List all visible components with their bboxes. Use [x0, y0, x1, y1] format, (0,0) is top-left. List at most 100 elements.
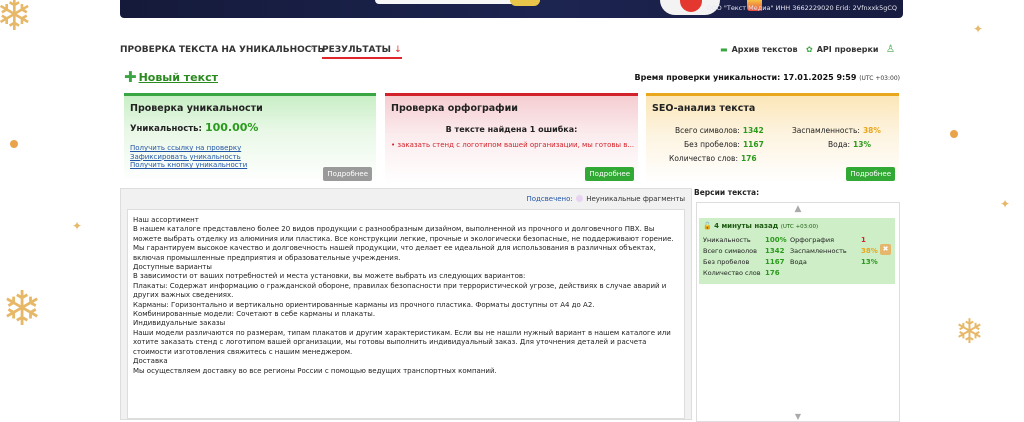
get-button-link[interactable]: Получить кнопку уникальности [130, 161, 247, 170]
uniqueness-label: Уникальность: [130, 124, 202, 134]
uniqueness-score: Уникальность: 100.00% [130, 121, 258, 134]
text-line: Наш ассортимент [133, 216, 199, 224]
version-time: 🔓 4 минуты назад (UTC +03:00) [703, 222, 818, 230]
version-time-label: 4 минуты назад [714, 222, 779, 230]
breadcrumb-check[interactable]: ПРОВЕРКА ТЕКСТА НА УНИКАЛЬНОСТЬ [120, 45, 324, 55]
seo-words-label: Количество слов: [669, 154, 738, 163]
breadcrumb-separator: › [310, 44, 314, 54]
seo-water: Вода: 13% [828, 140, 871, 149]
spelling-card: Проверка орфографии В тексте найдена 1 о… [385, 93, 638, 183]
seo-chars-value: 1342 [742, 126, 764, 135]
version-spell-label: Орфография [790, 236, 834, 244]
seo-water-label: Вода: [828, 140, 851, 149]
get-check-link[interactable]: Получить ссылку на проверку [130, 144, 247, 153]
spelling-more-button[interactable]: Подробнее [585, 167, 634, 181]
archive-label: Архив текстов [731, 45, 798, 54]
uniqueness-more-button[interactable]: Подробнее [323, 167, 372, 181]
archive-icon: ▬ [720, 45, 728, 54]
text-line: Комбинированные модели: Сочетают в себе … [133, 310, 376, 319]
seo-title: SEO-анализ текста [652, 103, 756, 114]
archive-link[interactable]: ▬ Архив текстов [720, 45, 798, 54]
seo-nospace-label: Без пробелов: [684, 140, 740, 149]
versions-list: ▲ 🔓 4 минуты назад (UTC +03:00) Уникальн… [696, 202, 900, 422]
new-text-label: Новый текст [138, 71, 218, 84]
nonunique-swatch [576, 195, 583, 202]
spelling-found: В тексте найдена 1 ошибка: [445, 125, 578, 134]
api-link[interactable]: ✿ API проверки [806, 45, 879, 54]
decoration-dot [950, 130, 958, 138]
api-label: API проверки [816, 45, 879, 54]
seo-words: Количество слов: 176 [669, 154, 757, 163]
version-nospace-label: Без пробелов [703, 258, 750, 266]
close-icon[interactable]: ✖ [880, 244, 891, 255]
text-line: Мы осуществляем доставку во все регионы … [133, 366, 497, 375]
snowflake-icon: ✦ [1000, 197, 1011, 211]
text-line: Доступные варианты [133, 263, 212, 272]
uniqueness-card: Проверка уникальности Уникальность: 100.0… [124, 93, 376, 183]
version-item[interactable]: 🔓 4 минуты назад (UTC +03:00) Уникальнос… [699, 218, 895, 284]
legend-label: Подсвечено: [526, 195, 573, 203]
plus-icon: ✚ [124, 68, 137, 86]
text-line: Наши модели различаются по размерам, тип… [133, 328, 671, 356]
seo-water-value: 13% [853, 140, 871, 149]
text-result-panel: Подсвечено: Неуникальные фрагменты Наш а… [120, 188, 692, 420]
banner-company-info: ООО "Текст Медиа" ИНН 3662229020 Erid: 2… [706, 4, 897, 12]
version-tz: (UTC +03:00) [780, 224, 819, 230]
text-line: Индивидуальные заказы [133, 319, 226, 328]
version-uniq-value: 100% [765, 236, 787, 244]
decoration-dot [10, 140, 18, 148]
uniqueness-value: 100.00% [204, 121, 259, 134]
seo-chars-label: Всего символов: [675, 126, 740, 135]
check-time-value: 17.01.2025 9:59 [783, 73, 857, 82]
seo-spam: Заспамленность: 38% [792, 126, 881, 135]
breadcrumb: ПРОВЕРКА ТЕКСТА НА УНИКАЛЬНОСТЬ › РЕЗУЛЬ… [120, 44, 903, 60]
text-line: В нашем каталоге представлено более 20 в… [133, 225, 674, 262]
version-spell-value: 1 [861, 236, 866, 244]
highlight-legend: Подсвечено: Неуникальные фрагменты [526, 195, 685, 203]
checked-text[interactable]: Наш ассортимент В нашем каталоге предста… [127, 209, 685, 419]
spelling-title: Проверка орфографии [391, 103, 518, 114]
versions-panel: Версии текста: ▲ 🔓 4 минуты назад (UTC +… [694, 188, 904, 422]
ad-banner[interactable]: ООО "Текст Медиа" ИНН 3662229020 Erid: 2… [120, 0, 903, 18]
version-nospace-value: 1167 [765, 258, 785, 266]
snowflake-icon: ❄ [2, 281, 43, 337]
versions-title: Версии текста: [694, 188, 760, 197]
version-spam-label: Заспамленность [790, 247, 847, 255]
arrow-down-icon: ↓ [394, 45, 402, 55]
chevron-up-icon[interactable]: ▲ [697, 203, 899, 216]
legend-nonunique: Неуникальные фрагменты [586, 195, 685, 203]
text-line: Доставка [133, 357, 168, 366]
seo-spam-label: Заспамленность: [792, 126, 860, 135]
version-uniq-label: Уникальность [703, 236, 751, 244]
user-icon[interactable]: ♙ [886, 44, 895, 55]
version-spam-value: 38% [861, 247, 878, 255]
new-text-button[interactable]: ✚ Новый текст [124, 68, 218, 86]
fix-uniqueness-link[interactable]: Зафиксировать уникальность [130, 153, 247, 162]
text-line: Карманы: Горизонтально и вертикально ори… [133, 300, 595, 309]
seo-nospace: Без пробелов: 1167 [684, 140, 764, 149]
seo-chars: Всего символов: 1342 [675, 126, 764, 135]
uniqueness-title: Проверка уникальности [130, 103, 263, 114]
unlock-icon: 🔓 [703, 222, 712, 230]
banner-shape [510, 0, 540, 6]
version-chars-label: Всего символов [703, 247, 757, 255]
seo-spam-value: 38% [862, 126, 881, 135]
text-line: В зависимости от ваших потребностей и ме… [133, 272, 526, 281]
breadcrumb-results[interactable]: РЕЗУЛЬТАТЫ ↓ [322, 45, 402, 59]
check-time-tz: (UTC +03:00) [859, 75, 900, 82]
seo-more-button[interactable]: Подробнее [846, 167, 895, 181]
snowflake-icon: ❄ [0, 0, 33, 41]
seo-card: SEO-анализ текста Всего символов: 1342 Бе… [646, 93, 899, 183]
spelling-error[interactable]: • заказать стенд с логотипом вашей орган… [391, 141, 634, 149]
text-line: Плакаты: Содержат информацию о гражданск… [133, 281, 667, 300]
version-water-value: 13% [861, 258, 878, 266]
version-words-label: Количество слов [703, 269, 761, 277]
breadcrumb-results-label: РЕЗУЛЬТАТЫ [322, 45, 391, 55]
uniqueness-links: Получить ссылку на проверку Зафиксироват… [130, 144, 247, 170]
seo-nospace-value: 1167 [742, 140, 764, 149]
snowflake-icon: ❄ [955, 312, 984, 352]
gear-icon: ✿ [806, 45, 813, 54]
check-time: Время проверки уникальности: 17.01.2025 … [635, 73, 901, 82]
version-chars-value: 1342 [765, 247, 785, 255]
seo-words-value: 176 [740, 154, 757, 163]
